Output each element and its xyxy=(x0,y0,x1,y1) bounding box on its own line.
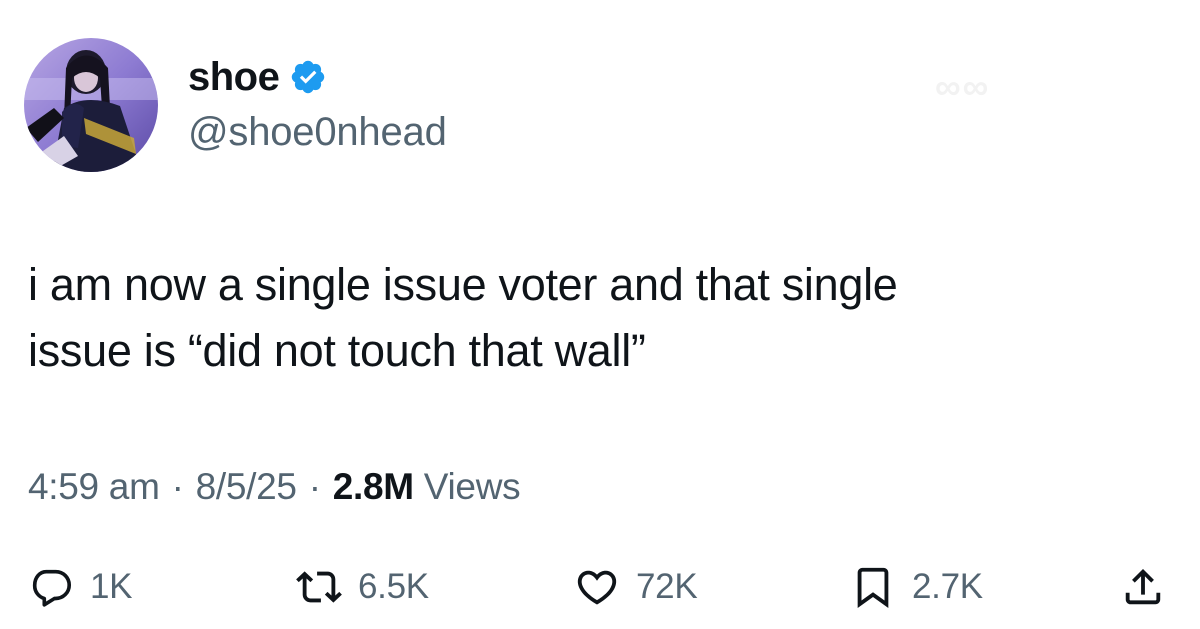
tweet: ∞∞ shoe @shoe0nhead i am now a single is… xyxy=(0,0,1200,629)
reply-count: 1K xyxy=(90,567,133,606)
share-icon xyxy=(1125,568,1161,605)
bookmark-button[interactable]: 2.7K xyxy=(850,562,983,612)
bookmark-icon xyxy=(857,567,889,608)
display-name[interactable]: shoe xyxy=(188,55,280,100)
tweet-time[interactable]: 4:59 am xyxy=(28,466,160,508)
separator: · xyxy=(171,466,184,507)
separator: · xyxy=(308,466,321,507)
retweet-icon xyxy=(296,571,342,603)
action-bar: 1K 6.5K 72K 2.7K xyxy=(0,562,1200,612)
tweet-text-line: i am now a single issue voter and that s… xyxy=(28,259,898,310)
views-count: 2.8M xyxy=(332,466,414,507)
retweet-count: 6.5K xyxy=(358,567,429,606)
share-button[interactable] xyxy=(1120,562,1166,612)
tweet-text: i am now a single issue voter and that s… xyxy=(28,252,1168,384)
watermark: ∞∞ xyxy=(935,66,991,107)
reply-button[interactable]: 1K xyxy=(28,562,133,612)
avatar[interactable] xyxy=(24,38,158,172)
verified-badge-icon xyxy=(289,58,327,96)
avatar-image xyxy=(24,38,158,172)
like-button[interactable]: 72K xyxy=(574,562,698,612)
author-handle[interactable]: @shoe0nhead xyxy=(188,110,447,155)
tweet-meta: 4:59 am · 8/5/25 · 2.8M Views xyxy=(28,466,521,508)
tweet-date[interactable]: 8/5/25 xyxy=(196,466,297,508)
author-name-row: shoe xyxy=(188,52,327,102)
retweet-button[interactable]: 6.5K xyxy=(296,562,429,612)
bookmark-count: 2.7K xyxy=(912,567,983,606)
like-count: 72K xyxy=(636,567,698,606)
views-label: Views xyxy=(423,466,521,507)
heart-icon xyxy=(577,570,617,605)
reply-icon xyxy=(32,569,72,607)
tweet-text-line: issue is “did not touch that wall” xyxy=(28,325,646,376)
